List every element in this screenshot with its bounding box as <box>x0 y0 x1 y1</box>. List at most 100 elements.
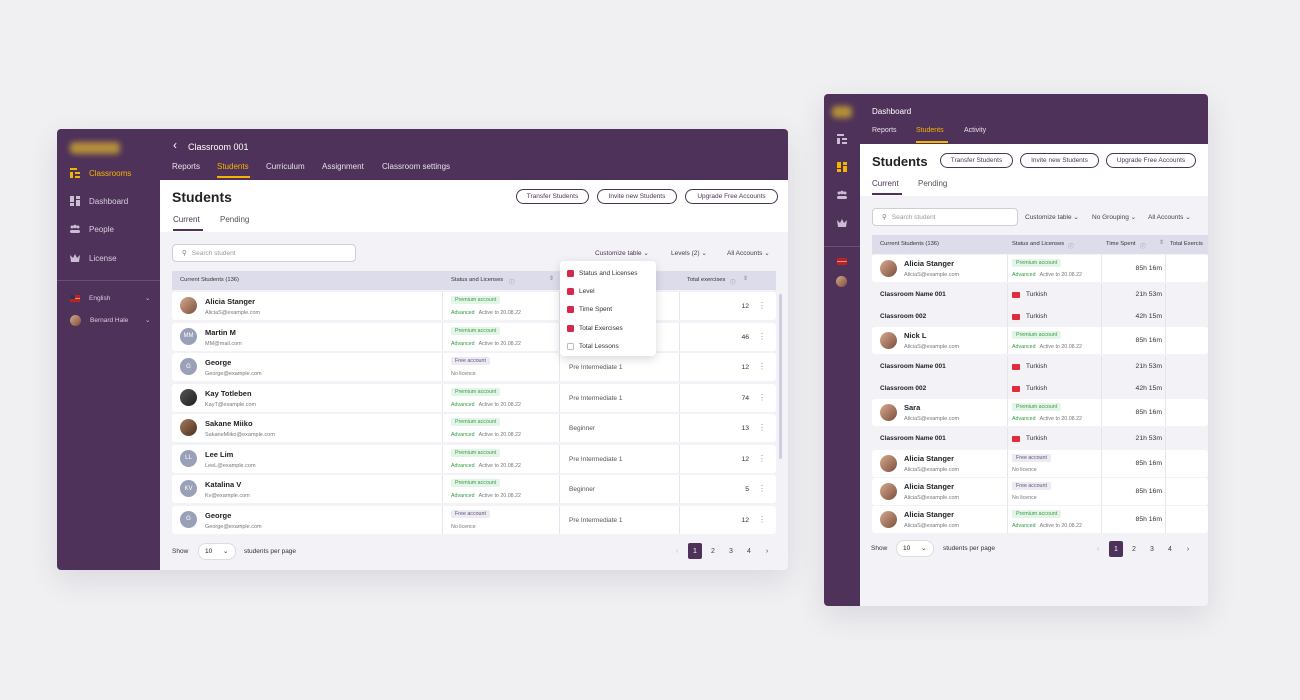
more-options-icon[interactable]: ⋮ <box>758 362 766 371</box>
table-row[interactable]: Sakane Miiko SakaneMiiko@example.com Premi… <box>172 414 776 442</box>
invite-students-button[interactable]: Invite new Students <box>597 189 677 204</box>
table-row[interactable]: Alicia Stanger AliciaS@example.com Premium… <box>872 506 1208 533</box>
subtab-current[interactable]: Current <box>872 179 899 188</box>
tab-students[interactable]: Students <box>217 162 249 171</box>
upgrade-accounts-button[interactable]: Upgrade Free Accounts <box>1106 153 1196 168</box>
sidebar-item-license[interactable]: License <box>57 244 160 272</box>
student-name[interactable]: George <box>205 358 231 367</box>
accounts-dropdown[interactable]: All Accounts ⌄ <box>727 249 770 257</box>
invite-students-button[interactable]: Invite new Students <box>1020 153 1099 168</box>
table-row[interactable]: MM Martin M MM@mail.com Premium account Adva… <box>172 322 776 351</box>
menu-item[interactable]: Time Spent <box>560 303 656 317</box>
page-4-button[interactable]: 4 <box>742 543 756 559</box>
student-name[interactable]: Alicia Stanger <box>904 454 954 463</box>
page-4-button[interactable]: 4 <box>1163 541 1177 557</box>
sidebar-item-classrooms[interactable]: Classrooms <box>57 159 160 187</box>
upgrade-accounts-button[interactable]: Upgrade Free Accounts <box>685 189 778 204</box>
subtab-pending[interactable]: Pending <box>220 215 249 224</box>
tab-reports[interactable]: Reports <box>872 127 897 134</box>
page-1-button[interactable]: 1 <box>1109 541 1123 557</box>
sidebar-item-dashboard[interactable]: Dashboard <box>57 187 160 215</box>
table-row[interactable]: G George George@example.com Free account No … <box>172 353 776 381</box>
subtab-pending[interactable]: Pending <box>918 179 947 188</box>
table-row[interactable]: Alicia Stanger AliciaS@example.com Premium… <box>172 292 776 320</box>
dashboard-icon[interactable] <box>837 162 847 172</box>
more-options-icon[interactable]: ⋮ <box>758 484 766 493</box>
col-time[interactable]: Time Spent <box>1106 241 1135 247</box>
menu-item[interactable]: Total Lessons <box>560 340 656 354</box>
tab-students[interactable]: Students <box>916 127 944 134</box>
classrooms-icon[interactable] <box>837 134 847 144</box>
sidebar-item-people[interactable]: People <box>57 215 160 243</box>
menu-item[interactable]: Total Exercises <box>560 322 656 336</box>
crown-icon[interactable] <box>837 218 847 228</box>
search-input[interactable]: ⚲ Search student <box>172 244 356 262</box>
levels-dropdown[interactable]: Levels (2) ⌄ <box>671 249 707 257</box>
student-name[interactable]: Alicia Stanger <box>205 297 255 306</box>
prev-page-icon[interactable]: ‹ <box>1091 541 1105 557</box>
tab-curriculum[interactable]: Curriculum <box>266 162 305 171</box>
student-name[interactable]: Alicia Stanger <box>904 510 954 519</box>
student-name[interactable]: George <box>205 511 231 520</box>
checkbox[interactable] <box>567 306 574 314</box>
menu-item[interactable]: Status and Licenses <box>560 267 656 281</box>
col-exercises[interactable]: Total Exercis <box>1170 241 1203 247</box>
student-name[interactable]: Alicia Stanger <box>904 482 954 491</box>
tab-assignment[interactable]: Assignment <box>322 162 364 171</box>
subtab-current[interactable]: Current <box>173 215 200 224</box>
table-row[interactable]: Sara AliciaS@example.com Premium account Ad… <box>872 399 1208 426</box>
table-row[interactable]: Alicia Stanger AliciaS@example.com Free ac… <box>872 450 1208 477</box>
tab-classroom-settings[interactable]: Classroom settings <box>382 162 450 171</box>
classroom-row[interactable]: Classroom Name 001 Turkish 21h 53m <box>872 284 1208 306</box>
col-exercises[interactable]: Total exercises <box>687 277 725 283</box>
grouping-dropdown[interactable]: No Grouping ⌄ <box>1092 213 1136 221</box>
people-icon[interactable] <box>837 190 847 200</box>
page-3-button[interactable]: 3 <box>1145 541 1159 557</box>
table-row[interactable]: LL Lee Lim LeeL@example.com Premium account… <box>172 444 776 473</box>
tab-reports[interactable]: Reports <box>172 162 200 171</box>
more-options-icon[interactable]: ⋮ <box>758 423 766 432</box>
per-page-select[interactable]: 10 ⌄ <box>198 543 236 560</box>
more-options-icon[interactable]: ⋮ <box>758 393 766 402</box>
scrollbar[interactable] <box>779 294 782 459</box>
us-flag-icon[interactable] <box>837 258 847 265</box>
transfer-students-button[interactable]: Transfer Students <box>940 153 1013 168</box>
table-row[interactable]: Alicia Stanger AliciaS@example.com Premium… <box>872 255 1208 282</box>
checkbox[interactable] <box>567 288 574 296</box>
table-row[interactable]: Alicia Stanger AliciaS@example.com Free ac… <box>872 478 1208 505</box>
more-options-icon[interactable]: ⋮ <box>758 301 766 310</box>
student-name[interactable]: Sakane Miiko <box>205 419 253 428</box>
checkbox[interactable] <box>567 324 574 332</box>
classroom-row[interactable]: Classroom 002 Turkish 42h 15m <box>872 306 1208 328</box>
page-2-button[interactable]: 2 <box>1127 541 1141 557</box>
menu-item[interactable]: Level <box>560 285 656 299</box>
accounts-dropdown[interactable]: All Accounts ⌄ <box>1148 213 1191 221</box>
sort-icon[interactable]: ⇕ <box>1159 240 1164 246</box>
page-1-button[interactable]: 1 <box>688 543 702 559</box>
table-row[interactable]: G George George@example.com Free account No … <box>172 505 776 534</box>
student-name[interactable]: Nick L <box>904 331 927 340</box>
more-options-icon[interactable]: ⋮ <box>758 515 766 524</box>
customize-table-dropdown[interactable]: Customize table ⌄ <box>1025 213 1079 221</box>
checkbox[interactable] <box>567 342 574 350</box>
student-name[interactable]: Sara <box>904 403 920 412</box>
classroom-row[interactable]: Classroom 002 Turkish 42h 15m <box>872 378 1208 400</box>
more-options-icon[interactable]: ⋮ <box>758 332 766 341</box>
prev-page-icon[interactable]: ‹ <box>670 543 684 559</box>
checkbox[interactable] <box>567 270 574 277</box>
table-row[interactable]: KV Katalina V Kv@example.com Premium accoun… <box>172 475 776 503</box>
user-menu[interactable]: Bernard Hale ⌄ <box>57 306 160 334</box>
table-row[interactable]: Nick L AliciaS@example.com Premium account… <box>872 327 1208 354</box>
page-2-button[interactable]: 2 <box>706 543 720 559</box>
page-3-button[interactable]: 3 <box>724 543 738 559</box>
student-name[interactable]: Lee Lim <box>205 450 233 459</box>
next-page-icon[interactable]: › <box>760 543 774 559</box>
col-status[interactable]: Status and Licenses <box>451 277 503 283</box>
student-name[interactable]: Katalina V <box>205 480 241 489</box>
search-input[interactable]: ⚲ Search student <box>872 208 1018 226</box>
classroom-row[interactable]: Classroom Name 001 Turkish 21h 53m <box>872 356 1208 378</box>
next-page-icon[interactable]: › <box>1181 541 1195 557</box>
table-row[interactable]: Kay Totleben KayT@example.com Premium acco… <box>172 383 776 412</box>
student-name[interactable]: Martin M <box>205 328 236 337</box>
back-arrow-icon[interactable]: ‹ <box>173 138 177 152</box>
